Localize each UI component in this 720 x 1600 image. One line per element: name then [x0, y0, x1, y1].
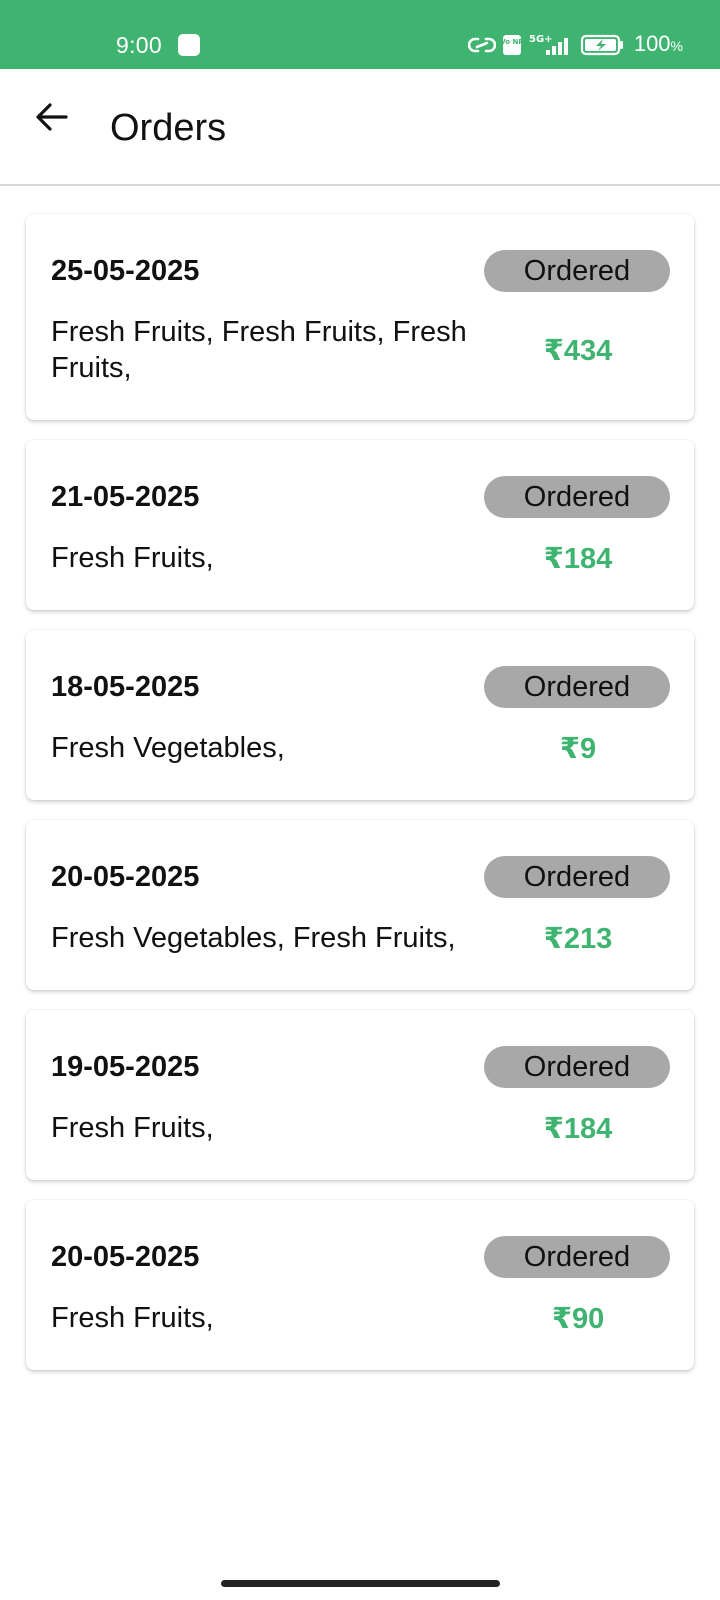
order-total: ₹184	[543, 1112, 613, 1145]
home-indicator[interactable]	[221, 1580, 500, 1587]
order-card-body: Fresh Vegetables, Fresh Fruits, ₹213	[51, 920, 670, 956]
order-total: ₹9	[559, 732, 597, 765]
order-card-body: Fresh Fruits, ₹90	[51, 1300, 670, 1336]
order-total: ₹90	[551, 1302, 605, 1335]
order-items: Fresh Fruits, Fresh Fruits, Fresh Fruits…	[51, 316, 467, 384]
order-card[interactable]: 21-05-2025 Ordered Fresh Fruits, ₹184	[26, 440, 694, 610]
order-card[interactable]: 25-05-2025 Ordered Fresh Fruits, Fresh F…	[26, 214, 694, 420]
orders-list: 25-05-2025 Ordered Fresh Fruits, Fresh F…	[26, 214, 694, 1390]
notification-icon	[178, 34, 200, 56]
order-card-header: 20-05-2025 Ordered	[51, 856, 670, 898]
order-card[interactable]: 18-05-2025 Ordered Fresh Vegetables, ₹9	[26, 630, 694, 800]
battery-charging-icon	[580, 34, 623, 56]
status-time: 9:00	[116, 32, 162, 58]
order-items: Fresh Fruits,	[51, 1302, 214, 1334]
order-total: ₹434	[543, 334, 613, 367]
signal-icon: 5G+	[529, 34, 568, 55]
order-date: 19-05-2025	[51, 1051, 200, 1083]
order-card-header: 25-05-2025 Ordered	[51, 250, 670, 292]
arrow-left-icon	[36, 103, 68, 131]
volte-icon: Vo NR	[502, 35, 522, 55]
order-card-header: 21-05-2025 Ordered	[51, 476, 670, 518]
status-badge: Ordered	[484, 476, 670, 518]
order-card-body: Fresh Vegetables, ₹9	[51, 730, 670, 766]
order-card-body: Fresh Fruits, Fresh Fruits, Fresh Fruits…	[51, 314, 670, 386]
link-icon	[467, 37, 496, 53]
order-items: Fresh Fruits,	[51, 1112, 214, 1144]
order-date: 20-05-2025	[51, 1241, 200, 1273]
status-badge: Ordered	[484, 856, 670, 898]
order-card-header: 18-05-2025 Ordered	[51, 666, 670, 708]
order-date: 25-05-2025	[51, 255, 200, 287]
order-date: 20-05-2025	[51, 861, 200, 893]
order-card[interactable]: 19-05-2025 Ordered Fresh Fruits, ₹184	[26, 1010, 694, 1180]
page-title: Orders	[110, 107, 227, 149]
order-total: ₹184	[543, 542, 613, 575]
order-items: Fresh Fruits,	[51, 542, 214, 574]
order-card[interactable]: 20-05-2025 Ordered Fresh Vegetables, Fre…	[26, 820, 694, 990]
status-bar: 9:00 Vo NR 5G+ 100%	[0, 0, 720, 69]
order-date: 21-05-2025	[51, 481, 200, 513]
order-card-header: 20-05-2025 Ordered	[51, 1236, 670, 1278]
order-items: Fresh Vegetables,	[51, 732, 285, 764]
volte-label: Vo NR	[502, 38, 522, 46]
order-date: 18-05-2025	[51, 671, 200, 703]
order-card-body: Fresh Fruits, ₹184	[51, 1110, 670, 1146]
status-badge: Ordered	[484, 666, 670, 708]
status-badge: Ordered	[484, 1236, 670, 1278]
status-badge: Ordered	[484, 1046, 670, 1088]
order-card-header: 19-05-2025 Ordered	[51, 1046, 670, 1088]
order-card-body: Fresh Fruits, ₹184	[51, 540, 670, 576]
order-card[interactable]: 20-05-2025 Ordered Fresh Fruits, ₹90	[26, 1200, 694, 1370]
order-items: Fresh Vegetables, Fresh Fruits,	[51, 922, 456, 954]
network-label: 5G+	[529, 34, 553, 45]
order-total: ₹213	[543, 922, 613, 955]
back-button[interactable]	[26, 91, 78, 143]
app-bar: Orders	[0, 69, 720, 186]
status-badge: Ordered	[484, 250, 670, 292]
battery-percentage: 100%	[633, 31, 683, 56]
status-icons: Vo NR 5G+ 100%	[467, 30, 683, 60]
